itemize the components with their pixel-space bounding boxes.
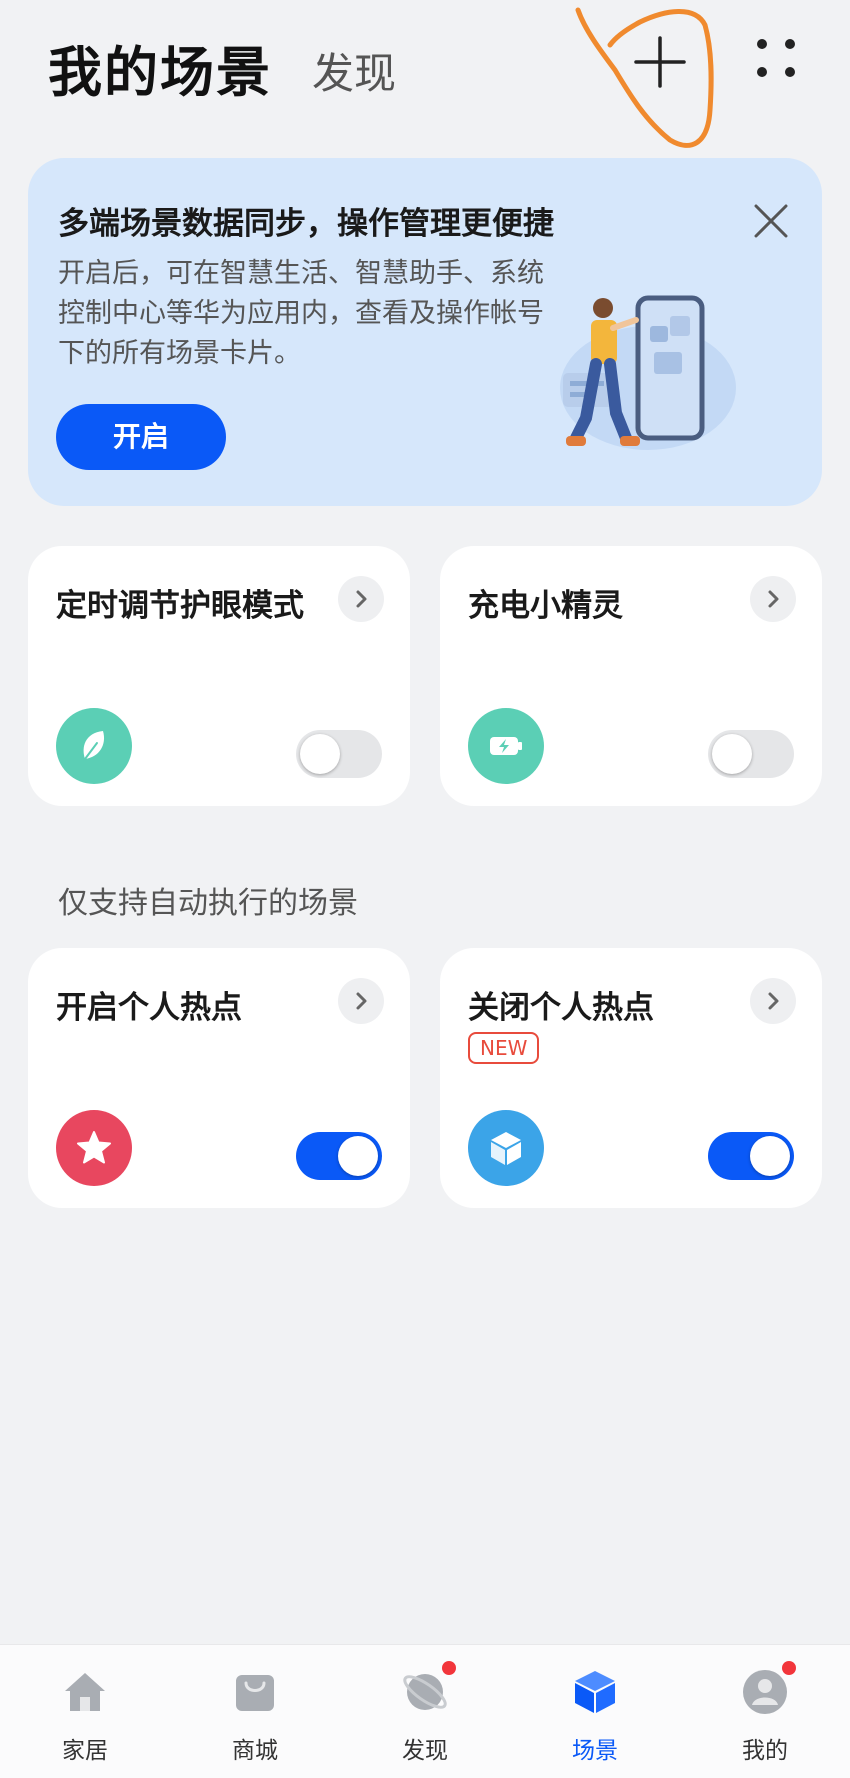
battery-charging-icon	[490, 737, 522, 755]
scene-title: 关闭个人热点	[468, 990, 654, 1026]
star-icon	[77, 1131, 111, 1164]
scene-detail-button[interactable]	[750, 576, 796, 622]
more-button[interactable]	[748, 30, 804, 86]
scene-detail-button[interactable]	[338, 576, 384, 622]
nav-item-discover[interactable]: 发现	[340, 1645, 510, 1778]
person-icon	[743, 1670, 787, 1714]
more-dots-icon	[757, 39, 795, 77]
banner-title: 多端场景数据同步，操作管理更便捷	[58, 206, 554, 242]
banner-description: 开启后，可在智慧生活、智慧助手、系统 控制中心等华为应用内，查看及操作帐号 下的…	[58, 258, 544, 369]
toggle-knob	[300, 734, 340, 774]
scene-icon	[468, 1110, 544, 1186]
cube-icon	[575, 1671, 615, 1713]
nav-item-scenes[interactable]: 场景	[510, 1645, 680, 1778]
scene-toggle[interactable]	[708, 730, 794, 778]
nav-label: 我的	[742, 1738, 788, 1764]
planet-icon	[403, 1674, 447, 1710]
notification-dot	[442, 1661, 456, 1675]
toggle-knob	[712, 734, 752, 774]
scene-icon	[56, 1110, 132, 1186]
cube-icon	[491, 1132, 521, 1165]
nav-label: 家居	[62, 1738, 108, 1764]
scene-title: 充电小精灵	[468, 588, 623, 624]
scene-toggle[interactable]	[296, 1132, 382, 1180]
nav-item-me[interactable]: 我的	[680, 1645, 850, 1778]
banner-close-button[interactable]	[748, 198, 794, 244]
chevron-right-icon	[356, 590, 367, 608]
scene-detail-button[interactable]	[750, 978, 796, 1024]
shopping-bag-icon	[236, 1675, 274, 1711]
notification-dot	[782, 1661, 796, 1675]
toggle-knob	[338, 1136, 378, 1176]
scene-toggle[interactable]	[708, 1132, 794, 1180]
auto-scenes-section-title: 仅支持自动执行的场景	[58, 886, 358, 921]
nav-label: 场景	[572, 1738, 618, 1764]
page-title: 我的场景	[48, 41, 272, 104]
nav-item-store[interactable]: 商城	[170, 1645, 340, 1778]
scene-card[interactable]: 开启个人热点	[28, 948, 410, 1208]
header: 我的场景 发现	[0, 0, 850, 148]
nav-label: 商城	[232, 1738, 278, 1764]
enable-sync-button[interactable]: 开启	[56, 404, 226, 470]
scene-title: 开启个人热点	[56, 990, 242, 1026]
sync-banner: 多端场景数据同步，操作管理更便捷 开启后，可在智慧生活、智慧助手、系统 控制中心…	[28, 158, 822, 506]
chevron-right-icon	[356, 992, 367, 1010]
home-icon	[65, 1673, 105, 1711]
nav-label: 发现	[402, 1738, 448, 1764]
add-scene-button[interactable]	[628, 30, 692, 94]
close-icon	[754, 204, 788, 238]
scene-card[interactable]: 关闭个人热点 NEW	[440, 948, 822, 1208]
phone-person-illustration	[560, 295, 736, 450]
nav-item-home[interactable]: 家居	[0, 1645, 170, 1778]
chevron-right-icon	[768, 590, 779, 608]
scene-icon	[468, 708, 544, 784]
toggle-knob	[750, 1136, 790, 1176]
chevron-right-icon	[768, 992, 779, 1010]
scene-title: 定时调节护眼模式	[56, 588, 304, 624]
scene-icon	[56, 708, 132, 784]
tab-discover[interactable]: 发现	[312, 40, 396, 101]
bottom-nav: 家居 商城 发现 场景 我的	[0, 1644, 850, 1778]
leaf-icon	[83, 731, 105, 760]
scene-card[interactable]: 充电小精灵	[440, 546, 822, 806]
scene-card[interactable]: 定时调节护眼模式	[28, 546, 410, 806]
plus-icon	[634, 36, 686, 88]
new-badge: NEW	[468, 1032, 540, 1064]
scene-toggle[interactable]	[296, 730, 382, 778]
scene-detail-button[interactable]	[338, 978, 384, 1024]
